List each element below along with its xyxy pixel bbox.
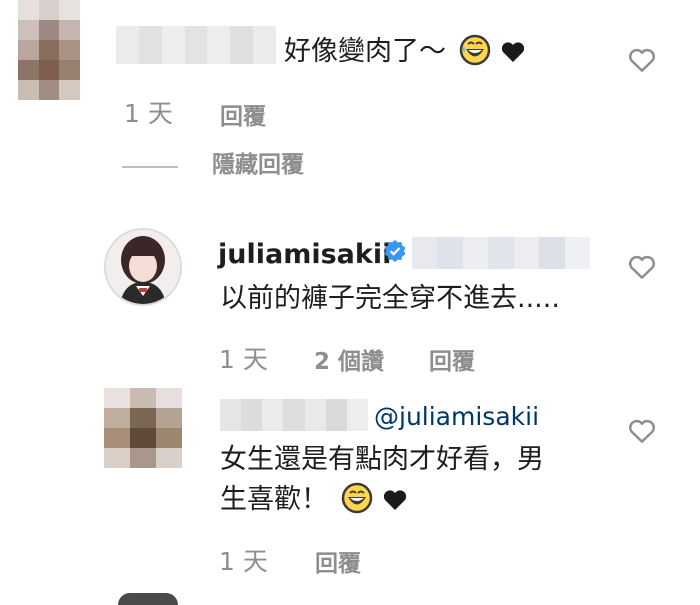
comment-text-content: 生喜歡！ bbox=[220, 484, 328, 515]
replies-divider bbox=[122, 166, 178, 168]
comment-time: 1 天 bbox=[124, 99, 173, 128]
comment-text-line: 生喜歡！ bbox=[220, 482, 407, 514]
heart-outline-icon[interactable] bbox=[627, 45, 657, 75]
grinning-sweat-emoji-icon bbox=[459, 34, 490, 66]
reply-button[interactable]: 回覆 bbox=[220, 106, 266, 129]
mention-link[interactable]: @juliamisakii bbox=[374, 404, 539, 429]
verified-badge-icon bbox=[384, 240, 406, 262]
hide-replies-button[interactable]: 隱藏回覆 bbox=[212, 154, 304, 177]
likes-count[interactable]: 2 個讚 bbox=[314, 351, 384, 374]
comment-time: 1 天 bbox=[219, 547, 268, 576]
heart-outline-icon[interactable] bbox=[627, 416, 657, 446]
avatar-pixelated[interactable] bbox=[18, 0, 80, 100]
comment-text-line: 女生還是有點肉才好看，男 bbox=[220, 444, 544, 475]
comment-text-content: 好像變肉了～ bbox=[284, 36, 446, 67]
avatar-image bbox=[106, 230, 180, 304]
next-avatar-edge bbox=[118, 593, 178, 605]
black-heart-icon bbox=[384, 490, 407, 510]
username-blurred[interactable] bbox=[116, 26, 276, 64]
avatar-pixelated[interactable] bbox=[104, 388, 182, 468]
black-heart-icon bbox=[502, 42, 525, 62]
comment-time: 1 天 bbox=[219, 345, 268, 374]
reply-button[interactable]: 回覆 bbox=[429, 351, 475, 374]
mention-blurred[interactable] bbox=[412, 237, 590, 269]
comment-text: 以前的褲子完全穿不進去..... bbox=[220, 283, 560, 314]
username[interactable]: juliamisakii bbox=[218, 241, 391, 268]
comment-text: 好像變肉了～ bbox=[284, 34, 525, 66]
avatar[interactable] bbox=[104, 228, 182, 306]
heart-outline-icon[interactable] bbox=[627, 252, 657, 282]
username-blurred[interactable] bbox=[220, 399, 368, 431]
reply-button[interactable]: 回覆 bbox=[315, 553, 361, 576]
grinning-emoji-icon bbox=[341, 482, 372, 514]
